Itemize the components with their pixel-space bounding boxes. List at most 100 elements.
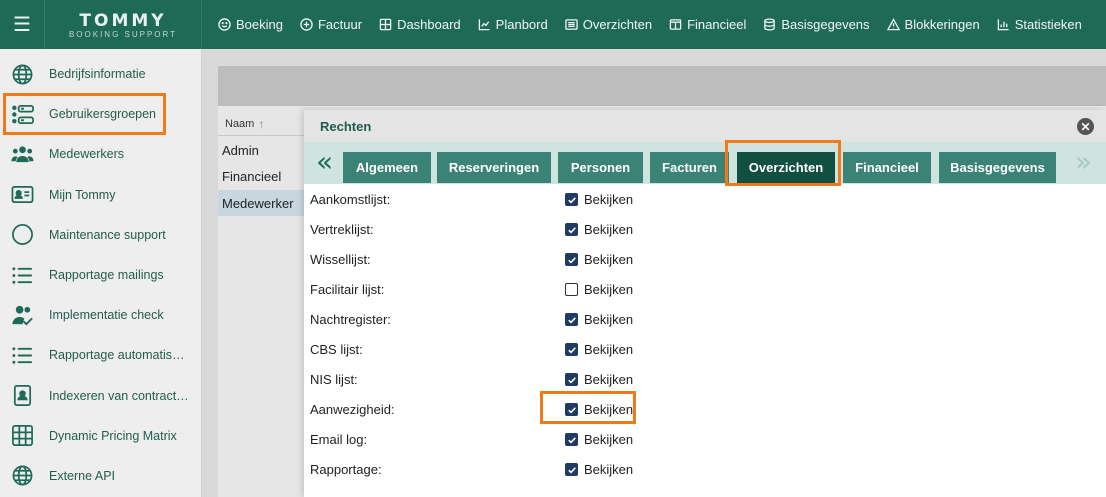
chevron-right-icon[interactable]: » [1075,147,1092,177]
tab-personen[interactable]: Personen [558,152,643,183]
checkbox-checked-icon[interactable] [565,373,578,386]
chart-icon [478,19,490,31]
checkbox-label: Bekijken [584,432,634,447]
sidebar-item-label: Rapportage automatisc… [49,348,189,363]
tab-algemeen[interactable]: Algemeen [343,152,431,183]
sidebar-item-medewerkers[interactable]: Medewerkers [0,134,201,174]
table-cell: Admin [222,142,259,158]
view-checkbox[interactable]: Bekijken [565,192,633,207]
sidebar-item-label: Rapportage mailings [49,268,164,283]
top-bar: ☰ TOMMY BOOKING SUPPORT Boeking Factuur … [0,0,1106,49]
sidebar-item-label: Mijn Tommy [49,187,116,202]
close-icon[interactable]: ✕ [1077,118,1094,135]
view-checkbox[interactable]: Bekijken [565,282,633,297]
view-checkbox[interactable]: Bekijken [565,222,633,237]
nav-label: Boeking [236,17,283,32]
permission-label: NIS lijst: [310,372,358,387]
checkbox-checked-icon[interactable] [565,193,578,206]
nav-overzichten[interactable]: Overzichten [564,17,653,32]
view-checkbox[interactable]: Bekijken [565,252,633,267]
sidebar-item-label: Maintenance support [49,227,166,242]
permission-row: Rapportage: Bekijken [304,455,1106,485]
highlight-box-checkbox [540,391,636,424]
checkbox-checked-icon[interactable] [565,253,578,266]
sidebar-item-label: Implementatie check [49,308,164,323]
tab-facturen[interactable]: Facturen [650,152,729,183]
sidebar-item-mijn-tommy[interactable]: Mijn Tommy [0,175,201,215]
permission-label: Nachtregister: [310,312,391,327]
tab-label: Reserveringen [448,160,540,175]
nav-statistieken[interactable]: Statistieken [997,17,1082,32]
sidebar-item-externe-api[interactable]: Externe API [0,456,201,496]
tab-financieel[interactable]: Financieel [843,152,931,183]
checkbox-checked-icon[interactable] [565,343,578,356]
list-icon [10,343,34,367]
view-checkbox[interactable]: Bekijken [565,432,633,447]
nav-basisgegevens[interactable]: Basisgegevens [763,17,870,32]
permission-row: Vertreklijst: Bekijken [304,215,1106,245]
window-icon [669,19,682,30]
database-icon [764,18,776,31]
sidebar-item-indexeren-contract[interactable]: Indexeren van contract … [0,376,201,416]
highlight-box-tab [725,140,841,186]
nav-factuur[interactable]: Factuur [300,17,362,32]
checkbox-label: Bekijken [584,342,634,357]
grid-icon [379,18,392,31]
checkbox-checked-icon[interactable] [565,463,578,476]
nav-blokkeringen[interactable]: Blokkeringen [886,17,980,32]
sidebar-item-label: Bedrijfsinformatie [49,67,146,82]
permission-label: Email log: [310,432,368,447]
checkbox-label: Bekijken [584,372,634,387]
column-header-naam[interactable]: Naam ↑ [218,112,304,136]
checkbox-label: Bekijken [584,222,634,237]
checkbox-label: Bekijken [584,252,634,267]
table-row[interactable]: Medewerker [218,190,304,216]
nav-label: Factuur [317,17,363,32]
sidebar-item-label: Medewerkers [49,147,125,162]
dialog-title: Rechten [320,118,372,134]
nav-label: Overzichten [582,17,653,32]
permission-label: Rapportage: [310,462,382,477]
nav-financieel[interactable]: Financieel [669,17,746,32]
hamburger-menu-icon[interactable]: ☰ [0,0,45,49]
sidebar-item-maintenance-support[interactable]: Maintenance support [0,215,201,255]
plus-circle-icon [300,18,313,31]
tab-basisgegevens[interactable]: Basisgegevens [939,152,1056,183]
permission-label: Aanwezigheid: [310,402,395,417]
tab-label: Financieel [855,160,919,175]
nav-label: Planbord [495,17,548,32]
sidebar-item-rapportage-mailings[interactable]: Rapportage mailings [0,255,201,295]
logo-text: TOMMY [79,10,167,31]
logo-subtitle: BOOKING SUPPORT [68,29,178,39]
view-checkbox[interactable]: Bekijken [565,462,633,477]
list-icon [10,263,34,287]
table-row[interactable]: Financieel [218,163,304,189]
view-checkbox[interactable]: Bekijken [565,342,633,357]
chevron-left-icon[interactable]: « [316,147,333,177]
view-checkbox[interactable]: Bekijken [565,312,633,327]
sidebar-item-dynamic-pricing-matrix[interactable]: Dynamic Pricing Matrix [0,416,201,456]
nav-boeking[interactable]: Boeking [218,17,283,32]
checkbox-label: Bekijken [584,192,634,207]
nav-planbord[interactable]: Planbord [478,17,548,32]
checkbox-checked-icon[interactable] [565,313,578,326]
document-icon [10,384,34,408]
permission-label: Wissellijst: [310,252,371,267]
sidebar-item-rapportage-automatisch[interactable]: Rapportage automatisc… [0,335,201,375]
view-checkbox[interactable]: Bekijken [565,372,633,387]
table-row[interactable]: Admin [218,137,304,163]
permission-label: Facilitair lijst: [310,282,385,297]
sidebar-item-implementatie-check[interactable]: Implementatie check [0,295,201,335]
nav-dashboard[interactable]: Dashboard [379,17,461,32]
globe-icon [10,62,34,86]
tab-label: Facturen [662,160,717,175]
circle-icon [10,223,34,247]
nav-label: Blokkeringen [904,17,980,32]
bar-chart-icon [997,19,1009,31]
sidebar-item-bedrijfsinformatie[interactable]: Bedrijfsinformatie [0,54,201,94]
checkbox-checked-icon[interactable] [565,433,578,446]
checkbox-checked-icon[interactable] [565,223,578,236]
tab-reserveringen[interactable]: Reserveringen [437,152,551,183]
logo[interactable]: TOMMY BOOKING SUPPORT [45,0,202,49]
checkbox-unchecked-icon[interactable] [565,283,578,296]
